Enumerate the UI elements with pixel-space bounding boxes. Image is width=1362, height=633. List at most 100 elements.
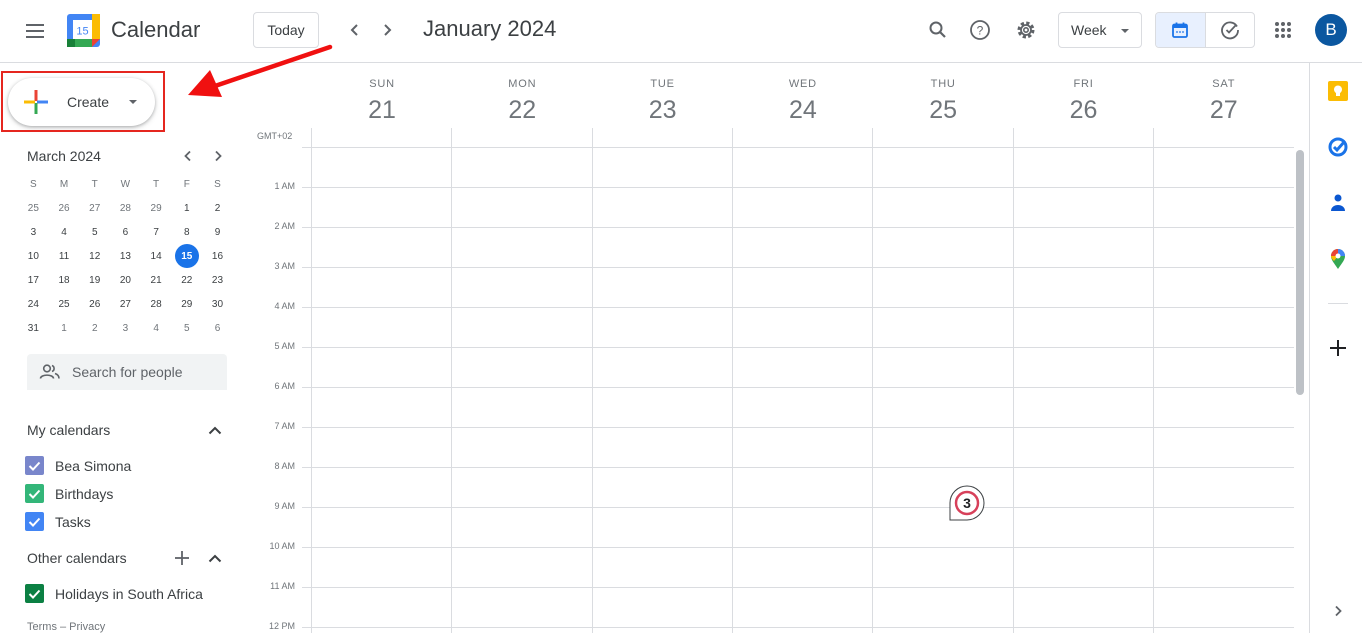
calendar-checkbox[interactable] — [25, 456, 44, 475]
calendar-checkbox[interactable] — [25, 484, 44, 503]
mini-day[interactable]: 4 — [141, 316, 172, 340]
mini-day[interactable]: 24 — [18, 292, 49, 316]
mini-day[interactable]: 11 — [49, 244, 80, 268]
hour-gridline — [302, 547, 1294, 548]
collapse-other-calendars-button[interactable] — [205, 548, 225, 568]
add-addon-button[interactable] — [1326, 336, 1350, 360]
expand-panel-icon — [1335, 605, 1342, 617]
day-number[interactable]: 24 — [733, 96, 873, 125]
mini-day[interactable]: 29 — [141, 196, 172, 220]
mini-day[interactable]: 17 — [18, 268, 49, 292]
hour-gridline — [302, 387, 1294, 388]
mini-day[interactable]: 8 — [171, 220, 202, 244]
contacts-button[interactable] — [1326, 191, 1350, 215]
day-number[interactable]: 23 — [593, 96, 733, 125]
apps-button[interactable] — [1268, 15, 1298, 45]
period-title: January 2024 — [423, 16, 557, 41]
help-button[interactable]: ? — [965, 15, 995, 45]
day-number[interactable]: 25 — [873, 96, 1013, 125]
mini-day[interactable]: 23 — [202, 268, 233, 292]
check-icon — [28, 461, 41, 471]
mini-day[interactable]: 3 — [18, 220, 49, 244]
mini-day[interactable]: 6 — [202, 316, 233, 340]
day-number[interactable]: 21 — [312, 96, 452, 125]
search-button[interactable] — [923, 15, 953, 45]
calendar-checkbox[interactable] — [25, 512, 44, 531]
mini-day[interactable]: 26 — [79, 292, 110, 316]
mini-day[interactable]: 22 — [171, 268, 202, 292]
expand-side-panel-button[interactable] — [1326, 599, 1350, 623]
mini-day[interactable]: 5 — [79, 220, 110, 244]
hour-gridline — [302, 507, 1294, 508]
mini-day[interactable]: 13 — [110, 244, 141, 268]
calendar-item[interactable]: Tasks — [25, 512, 91, 531]
day-of-week-label: FRI — [1073, 78, 1094, 90]
mini-day[interactable]: 28 — [110, 196, 141, 220]
mini-day[interactable]: 12 — [79, 244, 110, 268]
check-icon — [28, 489, 41, 499]
day-number[interactable]: 22 — [452, 96, 592, 125]
dropdown-caret-icon — [1121, 29, 1129, 33]
mini-day[interactable]: 9 — [202, 220, 233, 244]
mini-day[interactable]: 15 — [171, 244, 202, 268]
hour-label: 1 AM — [274, 181, 295, 191]
mini-day[interactable]: 19 — [79, 268, 110, 292]
mini-day[interactable]: 27 — [79, 196, 110, 220]
mini-day[interactable]: 20 — [110, 268, 141, 292]
next-period-button[interactable] — [375, 18, 399, 42]
terms-privacy-link[interactable]: Terms – Privacy — [27, 621, 105, 633]
mini-day[interactable]: 4 — [49, 220, 80, 244]
mini-day[interactable]: 2 — [202, 196, 233, 220]
check-icon — [28, 517, 41, 527]
search-people-input[interactable]: Search for people — [27, 354, 227, 390]
mini-day[interactable]: 27 — [110, 292, 141, 316]
mini-day[interactable]: 25 — [49, 292, 80, 316]
day-number[interactable]: 27 — [1154, 96, 1294, 125]
mini-day[interactable]: 14 — [141, 244, 172, 268]
contacts-icon — [1331, 194, 1345, 211]
mini-day[interactable]: 2 — [79, 316, 110, 340]
mini-day[interactable]: 29 — [171, 292, 202, 316]
mini-day[interactable]: 26 — [49, 196, 80, 220]
mini-prev-month-button[interactable] — [178, 146, 198, 166]
mini-day[interactable]: 28 — [141, 292, 172, 316]
calendar-item[interactable]: Birthdays — [25, 484, 113, 503]
day-number[interactable]: 26 — [1014, 96, 1154, 125]
calendar-checkbox[interactable] — [25, 584, 44, 603]
collapse-my-calendars-button[interactable] — [205, 420, 225, 440]
day-header: THU 25 — [873, 78, 1013, 125]
mini-day[interactable]: 31 — [18, 316, 49, 340]
main-menu-button[interactable] — [22, 18, 48, 44]
tasks-button[interactable] — [1326, 135, 1350, 159]
mini-day[interactable]: 18 — [49, 268, 80, 292]
vertical-scrollbar[interactable] — [1296, 150, 1304, 395]
mini-day[interactable]: 1 — [49, 316, 80, 340]
settings-button[interactable] — [1011, 15, 1041, 45]
add-other-calendar-button[interactable] — [172, 548, 192, 568]
mini-day[interactable]: 6 — [110, 220, 141, 244]
mini-day[interactable]: 25 — [18, 196, 49, 220]
mini-day[interactable]: 21 — [141, 268, 172, 292]
mini-day[interactable]: 1 — [171, 196, 202, 220]
calendar-item[interactable]: Bea Simona — [25, 456, 131, 475]
maps-button[interactable] — [1326, 247, 1350, 271]
view-select[interactable]: Week — [1058, 12, 1142, 48]
calendar-item[interactable]: Holidays in South Africa — [25, 584, 203, 603]
mini-day[interactable]: 10 — [18, 244, 49, 268]
mini-day[interactable]: 5 — [171, 316, 202, 340]
mini-day[interactable]: 7 — [141, 220, 172, 244]
add-addon-icon — [1330, 340, 1346, 356]
previous-period-button[interactable] — [343, 18, 367, 42]
mini-next-month-button[interactable] — [208, 146, 228, 166]
mini-day[interactable]: 3 — [110, 316, 141, 340]
mini-day[interactable]: 30 — [202, 292, 233, 316]
mini-day[interactable]: 16 — [202, 244, 233, 268]
calendar-view-button[interactable] — [1156, 13, 1206, 47]
account-avatar[interactable]: B — [1315, 14, 1347, 46]
hour-label: 8 AM — [274, 461, 295, 471]
day-header: TUE 23 — [593, 78, 733, 125]
tasks-view-button[interactable] — [1206, 13, 1255, 47]
chevron-up-icon — [208, 426, 222, 434]
other-calendars-title: Other calendars — [27, 550, 127, 566]
keep-button[interactable] — [1326, 79, 1350, 103]
